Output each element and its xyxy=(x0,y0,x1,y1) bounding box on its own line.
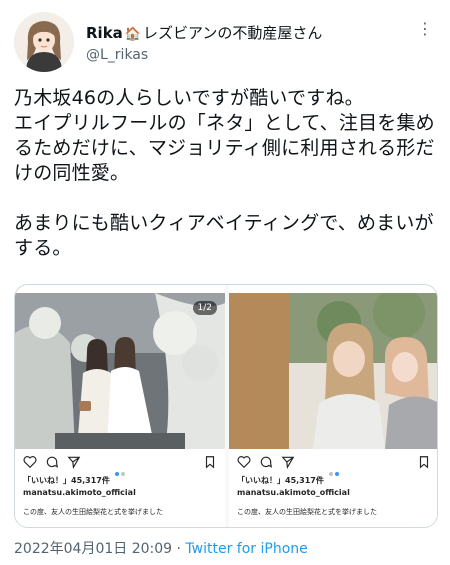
carousel-dots xyxy=(329,461,341,480)
carousel-dots xyxy=(115,461,127,480)
post-actions-2 xyxy=(237,455,431,476)
tweet-text: 乃木坂46の人らしいですが酷いですね。 エイプリルフールの「ネタ」として、注目を… xyxy=(14,87,435,259)
user-info: Rika 🏠 レズビアンの不動産屋さん @L_rikas xyxy=(86,22,322,63)
image-counter: 1/2 xyxy=(192,301,217,315)
display-name[interactable]: Rika 🏠 レズビアンの不動産屋さん xyxy=(86,22,322,43)
user-handle[interactable]: @L_rikas xyxy=(86,47,322,63)
likes-count: 「いいね！」45,317件 xyxy=(237,476,324,485)
avatar-illustration xyxy=(14,12,74,72)
instagram-post-1[interactable]: 1/2 「いいね！」45,317件 manatsu.akimoto_offici… xyxy=(15,285,225,527)
tweet-meta: 2022年04月01日 20:09 · Twitter for iPhone xyxy=(14,538,308,558)
tweet-source[interactable]: Twitter for iPhone xyxy=(185,541,307,557)
heart-icon[interactable] xyxy=(237,455,251,469)
bookmark-icon[interactable] xyxy=(417,455,431,469)
bookmark-icon[interactable] xyxy=(203,455,217,469)
post-photo-1[interactable]: 1/2 xyxy=(15,293,225,449)
tweet-media[interactable]: 1/2 「いいね！」45,317件 manatsu.akimoto_offici… xyxy=(14,284,438,528)
photo-two-women-embrace xyxy=(229,293,437,449)
photo-wedding-two-women xyxy=(15,293,225,449)
tweet-header: Rika 🏠 レズビアンの不動産屋さん @L_rikas ⋮ xyxy=(14,12,436,76)
share-icon[interactable] xyxy=(67,455,81,469)
avatar[interactable] xyxy=(14,12,74,72)
post-photo-2[interactable] xyxy=(229,293,437,449)
post-caption: この度、友人の生田絵梨花と式を挙げました xyxy=(23,508,163,516)
likes-count: 「いいね！」45,317件 xyxy=(23,476,110,485)
display-name-suffix: レズビアンの不動産屋さん xyxy=(142,24,323,42)
tweet-timestamp[interactable]: 2022年04月01日 20:09 xyxy=(14,541,172,557)
meta-separator: · xyxy=(176,541,181,557)
post-account[interactable]: manatsu.akimoto_official xyxy=(23,488,136,497)
share-icon[interactable] xyxy=(281,455,295,469)
post-account[interactable]: manatsu.akimoto_official xyxy=(237,488,350,497)
instagram-post-2[interactable]: 「いいね！」45,317件 manatsu.akimoto_official こ… xyxy=(229,285,437,527)
post-actions-1 xyxy=(23,455,217,476)
comment-icon[interactable] xyxy=(259,455,273,469)
post-caption: この度、友人の生田絵梨花と式を挙げました xyxy=(237,508,377,516)
comment-icon[interactable] xyxy=(45,455,59,469)
house-icon: 🏠 xyxy=(124,27,141,42)
more-icon[interactable]: ⋮ xyxy=(416,20,434,38)
heart-icon[interactable] xyxy=(23,455,37,469)
